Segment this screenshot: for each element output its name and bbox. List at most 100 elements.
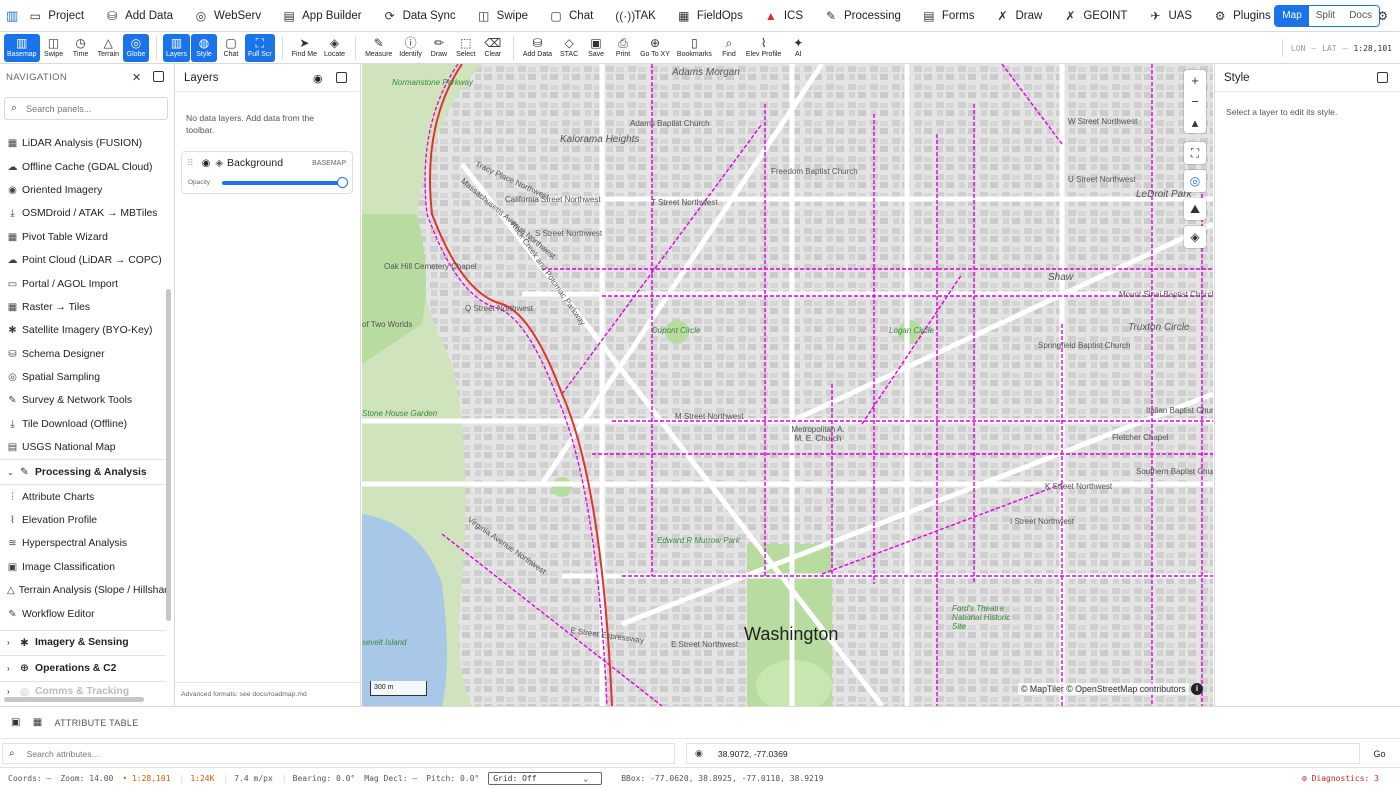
nav-item-lidar-analysis-fusion[interactable]: ▦ LiDAR Analysis (FUSION)	[0, 132, 166, 155]
app-logo-icon[interactable]: ▥	[6, 0, 18, 32]
panel-icon[interactable]: ▣	[11, 717, 21, 728]
nav-item-terrain-analysis-slope-hillshade[interactable]: △ Terrain Analysis (Slope / Hillshade)	[0, 579, 166, 602]
grid-select[interactable]: Grid: Off ⌄	[488, 771, 603, 785]
target-icon: ⊕	[649, 36, 661, 50]
tool-ai-button[interactable]: ✦ AI	[785, 34, 811, 62]
tool-find-button[interactable]: ⌕ Find	[716, 34, 742, 62]
tool-add-data-button[interactable]: ⛁ Add Data	[520, 34, 555, 62]
nav-item-tile-download-offline[interactable]: ⤓ Tile Download (Offline)	[0, 413, 166, 436]
tool-terrain-button[interactable]: △ Terrain	[95, 34, 122, 62]
info-icon[interactable]: i	[1191, 683, 1203, 695]
nav-item-oriented-imagery[interactable]: ◉ Oriented Imagery	[0, 179, 166, 202]
menu-fieldops[interactable]: ▦ FieldOps	[667, 0, 754, 32]
tool-go-to-xy-button[interactable]: ⊕ Go To XY	[637, 34, 673, 62]
opacity-slider-thumb[interactable]	[337, 177, 348, 188]
view-docs-button[interactable]: Docs	[1342, 6, 1379, 26]
nav-item-attribute-charts[interactable]: ⫶ Attribute Charts	[0, 485, 166, 508]
tool-save-button[interactable]: ▣ Save	[583, 34, 609, 62]
zoom-in-button[interactable]: +	[1184, 70, 1206, 91]
nav-item-hyperspectral-analysis[interactable]: ≋ Hyperspectral Analysis	[0, 532, 166, 555]
diagnostics-button[interactable]: ⚙ Diagnostics: 3	[1302, 774, 1379, 783]
nav-item-survey-network-tools[interactable]: ✎ Survey & Network Tools	[0, 389, 166, 412]
section-imagery-sensing[interactable]: › ✱ Imagery & Sensing	[0, 629, 166, 656]
terrain-icon[interactable]: ⛰	[1184, 198, 1206, 220]
tool-swipe-button[interactable]: ◫ Swipe	[41, 34, 67, 62]
tool-full-scr-button[interactable]: ⛶ Full Scr	[245, 33, 275, 62]
nav-item-elevation-profile[interactable]: ⌇ Elevation Profile	[0, 509, 166, 532]
nav-item-point-cloud-lidar-copc[interactable]: ☁ Point Cloud (LiDAR → COPC)	[0, 249, 166, 272]
nav-scrollbar[interactable]	[166, 289, 171, 621]
layers-icon[interactable]: ◈	[1184, 226, 1206, 248]
menu-webserv[interactable]: ◎ WebServ	[184, 0, 272, 32]
tool-chat-button[interactable]: ▢ Chat	[218, 34, 244, 62]
tool-select-button[interactable]: ⬚ Select	[453, 34, 479, 62]
compass-button[interactable]: ▴	[1184, 112, 1206, 133]
tool-time-button[interactable]: ◷ Time	[68, 34, 94, 62]
nav-item-raster-tiles[interactable]: ▦ Raster → Tiles	[0, 296, 166, 319]
nav-item-osmdroid-atak-mbtiles[interactable]: ⤓ OSMDroid / ATAK → MBTiles	[0, 202, 166, 225]
menu-swipe[interactable]: ◫ Swipe	[467, 0, 539, 32]
opacity-slider-track[interactable]	[222, 181, 346, 185]
nav-item-offline-cache-gdal-cloud[interactable]: ☁ Offline Cache (GDAL Cloud)	[0, 155, 166, 178]
nav-item-schema-designer[interactable]: ⛁ Schema Designer	[0, 343, 166, 366]
menu-uas[interactable]: ✈ UAS	[1138, 0, 1203, 32]
tool-style-button[interactable]: ◍ Style	[191, 33, 217, 62]
menu-processing[interactable]: ✎ Processing	[814, 0, 912, 32]
tool-basemap-button[interactable]: ▥ Basemap	[4, 33, 40, 62]
nav-item-portal-agol-import[interactable]: ▭ Portal / AGOL Import	[0, 272, 166, 295]
menu-chat[interactable]: ▢ Chat	[539, 0, 604, 32]
menu-app-builder[interactable]: ▤ App Builder	[272, 0, 372, 32]
goto-coordinate-input[interactable]: ◉ 38.9072, -77.0369	[686, 743, 1360, 764]
section-processing-analysis[interactable]: ⌄ ✎ Processing & Analysis	[0, 459, 166, 486]
background-layer-card[interactable]: ⠿ ◉ ◈ Background BASEMAP Opacity	[181, 151, 353, 194]
map-canvas[interactable]: Adams Morgan Kalorama Heights Normanstone …	[362, 64, 1213, 706]
zoom-out-button[interactable]: −	[1184, 91, 1206, 112]
fullscreen-map-button[interactable]: ⛶	[1184, 142, 1206, 164]
attribute-search-input[interactable]: ⌕ Search attributes...	[2, 743, 675, 764]
attribute-table-bar[interactable]: ▣ ▦ ATTRIBUTE TABLE	[0, 706, 1400, 739]
menu-ics[interactable]: ▲ ICS	[754, 0, 814, 32]
map-attribution[interactable]: © MapTiler © OpenStreetMap contributors	[1018, 683, 1189, 695]
tool-layers-button[interactable]: ▥ Layers	[162, 33, 190, 62]
view-split-button[interactable]: Split	[1308, 6, 1343, 26]
menu-forms[interactable]: ▤ Forms	[912, 0, 986, 32]
menu-geoint[interactable]: ✗ GEOINT	[1053, 0, 1138, 32]
menu-tak[interactable]: ((·)) TAK	[604, 0, 667, 32]
drag-handle-icon[interactable]: ⠿	[187, 158, 194, 169]
nav-item-usgs-national-map[interactable]: ▤ USGS National Map	[0, 436, 166, 459]
dock-panel-icon[interactable]	[1377, 72, 1388, 83]
map-label: Italian Baptist Church	[1146, 406, 1213, 415]
go-button[interactable]: Go	[1366, 743, 1393, 764]
menu-draw[interactable]: ✗ Draw	[986, 0, 1054, 32]
tool-clear-button[interactable]: ⌫ Clear	[480, 34, 506, 62]
nav-item-spatial-sampling[interactable]: ◎ Spatial Sampling	[0, 366, 166, 389]
menu-plugins[interactable]: ⚙ Plugins	[1203, 0, 1282, 32]
tool-find-me-button[interactable]: ➤ Find Me	[289, 34, 320, 62]
globe-icon[interactable]: ◎	[1184, 170, 1206, 192]
tool-elev-profile-button[interactable]: ⌇ Elev Profile	[743, 34, 784, 62]
nav-item-workflow-editor[interactable]: ✎ Workflow Editor	[0, 602, 166, 625]
tool-draw-button[interactable]: ✏ Draw	[426, 34, 452, 62]
section-operations-c2[interactable]: › ⊕ Operations & C2	[0, 656, 166, 682]
menu-add-data[interactable]: ⛁ Add Data	[95, 0, 184, 32]
dock-panel-icon[interactable]	[336, 72, 347, 83]
close-icon[interactable]: ✕	[132, 71, 142, 84]
tool-measure-button[interactable]: ✎ Measure	[362, 34, 395, 62]
nav-horizontal-scrollbar[interactable]	[4, 697, 144, 702]
menu-project[interactable]: ▭ Project	[18, 0, 95, 32]
eye-icon[interactable]: ◉	[202, 158, 211, 169]
tool-stac-button[interactable]: ◇ STAC	[556, 34, 582, 62]
nav-item-pivot-table-wizard[interactable]: ▦ Pivot Table Wizard	[0, 226, 166, 249]
menu-data-sync[interactable]: ⟳ Data Sync	[373, 0, 467, 32]
tool-globe-button[interactable]: ◎ Globe	[122, 33, 149, 62]
eye-icon[interactable]: ◉	[313, 72, 323, 85]
nav-item-satellite-imagery-byo-key[interactable]: ✱ Satellite Imagery (BYO-Key)	[0, 319, 166, 342]
dock-panel-icon[interactable]	[153, 71, 164, 82]
nav-item-image-classification[interactable]: ▣ Image Classification	[0, 556, 166, 579]
tool-print-button[interactable]: ⎙ Print	[610, 34, 636, 62]
panel-search-input[interactable]: ⌕ Search panels...	[4, 97, 168, 120]
view-map-button[interactable]: Map	[1275, 6, 1309, 26]
tool-locate-button[interactable]: ◈ Locate	[321, 34, 348, 62]
tool-bookmarks-button[interactable]: ▯ Bookmarks	[674, 34, 715, 62]
tool-identify-button[interactable]: ⓘ Identify	[396, 34, 425, 62]
